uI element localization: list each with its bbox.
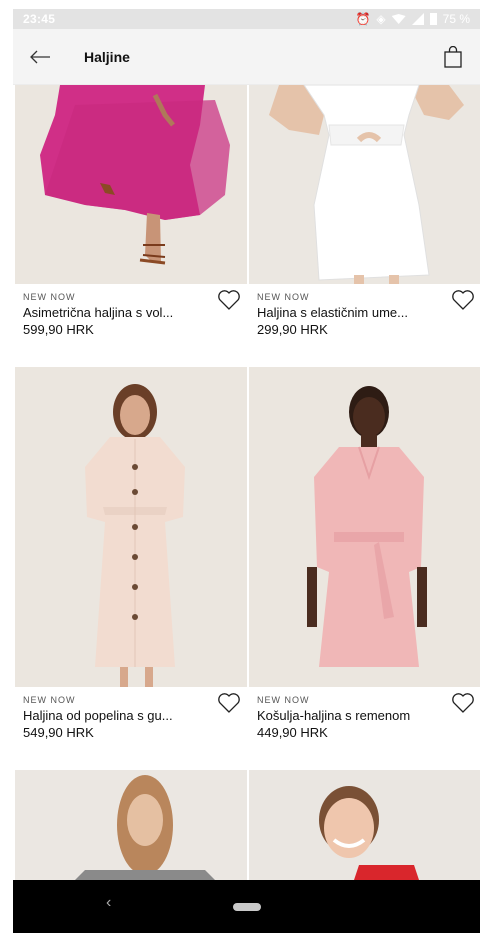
product-info: NEW NOW Asimetrična haljina s vol... 599… <box>15 284 247 367</box>
heart-icon[interactable] <box>217 692 241 714</box>
status-icons: ⏰ ◈ 75 % <box>355 12 470 26</box>
page-title: Haljine <box>84 48 130 65</box>
product-image[interactable] <box>249 367 480 687</box>
chevron-left-icon[interactable]: ‹ <box>106 894 111 912</box>
product-image[interactable] <box>15 367 247 687</box>
product-price: 449,90 HRK <box>257 725 328 740</box>
status-bar: 23:45 ⏰ ◈ 75 % <box>13 9 480 29</box>
app-header: Haljine <box>13 29 480 85</box>
back-button[interactable] <box>15 29 65 85</box>
status-time: 23:45 <box>23 12 56 26</box>
product-info: NEW NOW Haljina s elastičnim ume... 299,… <box>249 284 480 367</box>
product-info: NEW NOW Košulja-haljina s remenom 449,90… <box>249 687 480 770</box>
product-name[interactable]: Košulja-haljina s remenom <box>257 708 437 723</box>
alarm-icon: ⏰ <box>355 12 371 26</box>
product-card[interactable]: NEW NOW Asimetrična haljina s vol... 599… <box>15 85 247 367</box>
product-card[interactable] <box>249 770 480 880</box>
product-name[interactable]: Haljina od popelina s gu... <box>23 708 203 723</box>
battery-percent: 75 % <box>442 12 470 26</box>
home-pill-icon[interactable] <box>232 902 261 911</box>
arrow-left-icon <box>30 50 50 63</box>
product-tag: NEW NOW <box>23 292 76 302</box>
product-grid: NEW NOW Asimetrična haljina s vol... 599… <box>13 85 480 880</box>
wifi-icon <box>391 14 406 24</box>
battery-icon <box>429 13 437 25</box>
shopping-bag-icon <box>444 45 462 68</box>
product-image[interactable] <box>249 770 480 880</box>
heart-icon[interactable] <box>451 692 475 714</box>
product-price: 549,90 HRK <box>23 725 94 740</box>
product-price: 599,90 HRK <box>23 322 94 337</box>
product-image[interactable] <box>15 770 247 880</box>
heart-icon[interactable] <box>451 289 475 311</box>
product-card[interactable]: NEW NOW Haljina od popelina s gu... 549,… <box>15 367 247 770</box>
vibrate-icon: ◈ <box>376 12 386 26</box>
product-card[interactable] <box>15 770 247 880</box>
product-info: NEW NOW Haljina od popelina s gu... 549,… <box>15 687 247 770</box>
signal-icon <box>411 13 424 25</box>
heart-icon[interactable] <box>217 289 241 311</box>
product-name[interactable]: Asimetrična haljina s vol... <box>23 305 203 320</box>
product-image[interactable] <box>15 85 247 284</box>
product-tag: NEW NOW <box>23 695 76 705</box>
product-card[interactable]: NEW NOW Košulja-haljina s remenom 449,90… <box>249 367 480 770</box>
product-tag: NEW NOW <box>257 292 310 302</box>
product-price: 299,90 HRK <box>257 322 328 337</box>
system-nav-bar: ‹ <box>13 880 480 933</box>
product-name[interactable]: Haljina s elastičnim ume... <box>257 305 437 320</box>
shopping-bag-button[interactable] <box>430 29 476 85</box>
product-card[interactable]: NEW NOW Haljina s elastičnim ume... 299,… <box>249 85 480 367</box>
product-tag: NEW NOW <box>257 695 310 705</box>
product-image[interactable] <box>249 85 480 284</box>
